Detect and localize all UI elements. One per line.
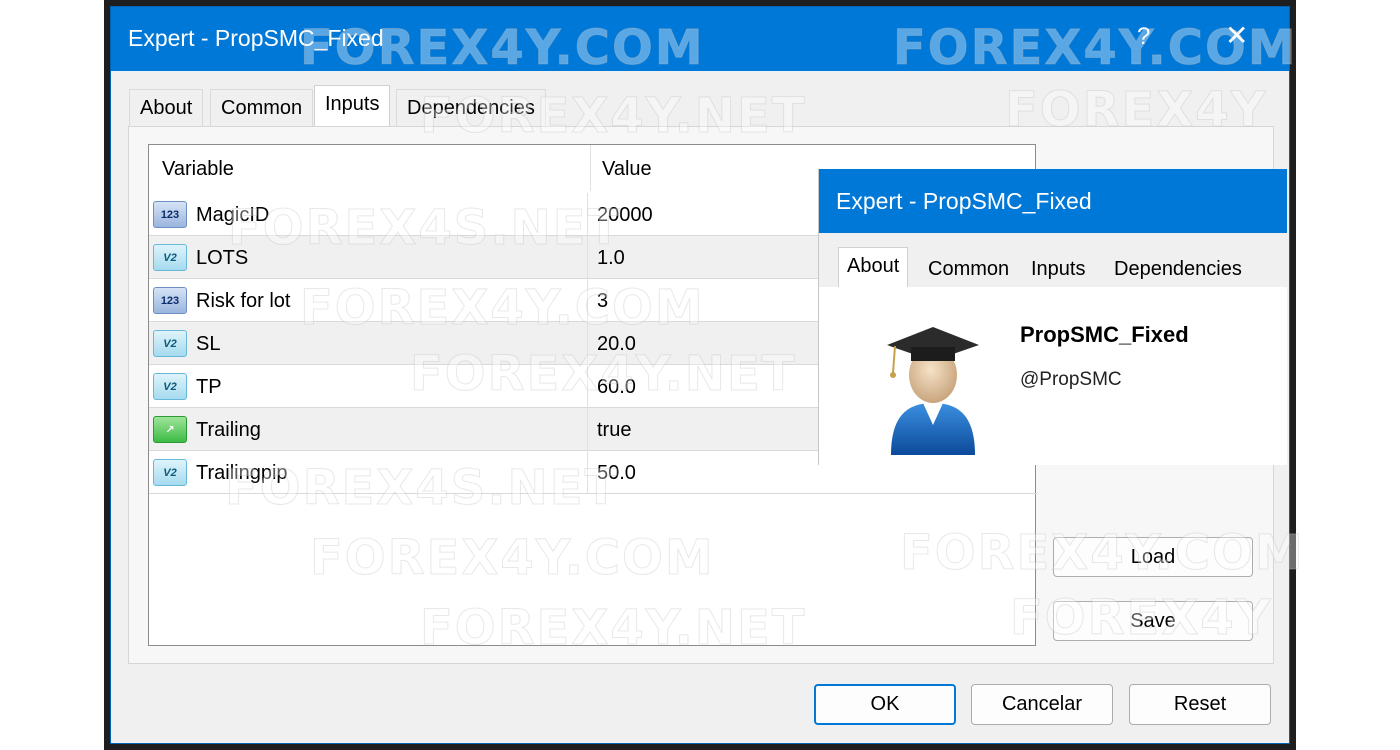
tab-inputs[interactable]: Inputs — [314, 85, 391, 126]
close-icon[interactable]: ✕ — [1225, 19, 1248, 52]
variable-value[interactable]: true — [597, 408, 631, 451]
variable-value[interactable]: 3 — [597, 279, 608, 322]
expert-name: PropSMC_Fixed — [1020, 322, 1189, 347]
int-icon: 123 — [153, 287, 187, 314]
variable-value[interactable]: 20000 — [597, 193, 653, 236]
tab-dependencies[interactable]: Dependencies — [396, 89, 546, 126]
load-button[interactable]: Load — [1053, 537, 1253, 577]
tab-about[interactable]: About — [129, 89, 204, 126]
column-header-variable[interactable]: Variable — [149, 145, 591, 191]
variable-name: LOTS — [196, 236, 588, 279]
popup-tab-about[interactable]: About — [838, 247, 909, 287]
popup-tab-inputs[interactable]: Inputs — [1023, 251, 1093, 288]
int-icon: 123 — [153, 201, 187, 228]
variable-value[interactable]: 20.0 — [597, 322, 636, 365]
bool-icon: ↗ — [153, 416, 187, 443]
variable-name: TP — [196, 365, 588, 408]
help-icon[interactable]: ? — [1137, 23, 1150, 51]
variable-name: SL — [196, 322, 588, 365]
popup-title: Expert - PropSMC_Fixed — [819, 169, 1287, 233]
expert-author: @PropSMC — [1020, 369, 1122, 390]
variable-value[interactable]: 60.0 — [597, 365, 636, 408]
variable-name: Trailingpip — [196, 451, 588, 494]
variable-value[interactable]: 50.0 — [597, 451, 636, 494]
window-title: Expert - PropSMC_Fixed — [128, 25, 384, 51]
expert-properties-dialog: Expert - PropSMC_Fixed ? ✕ About Common … — [110, 6, 1290, 744]
save-button[interactable]: Save — [1053, 601, 1253, 641]
popup-tab-common[interactable]: Common — [920, 251, 1017, 288]
variable-name: MagicID — [196, 193, 588, 236]
popup-tab-dependencies[interactable]: Dependencies — [1106, 251, 1250, 288]
double-icon: V2 — [153, 244, 187, 271]
reset-button[interactable]: Reset — [1129, 684, 1271, 725]
double-icon: V2 — [153, 459, 187, 486]
variable-name: Risk for lot — [196, 279, 588, 322]
double-icon: V2 — [153, 330, 187, 357]
cancel-button[interactable]: Cancelar — [971, 684, 1113, 725]
double-icon: V2 — [153, 373, 187, 400]
title-bar: Expert - PropSMC_Fixed ? ✕ — [111, 7, 1289, 71]
about-preview-dialog: Expert - PropSMC_Fixed About Common Inpu… — [818, 169, 1287, 465]
ok-button[interactable]: OK — [814, 684, 956, 725]
tab-common[interactable]: Common — [210, 89, 314, 126]
variable-name: Trailing — [196, 408, 588, 451]
variable-value[interactable]: 1.0 — [597, 236, 625, 279]
expert-avatar-icon — [887, 327, 979, 455]
